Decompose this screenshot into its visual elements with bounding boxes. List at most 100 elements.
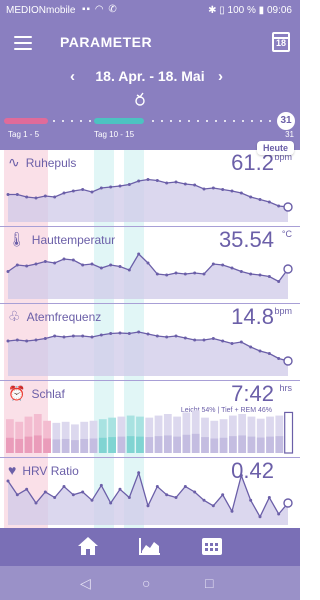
system-navigation: ◁ ○ □ — [0, 566, 300, 600]
ovulation-icon — [134, 92, 146, 109]
panel-ruhepuls[interactable]: ∿ Ruhepuls 61.2 bpm — [0, 150, 300, 226]
data-point — [146, 332, 150, 336]
recents-icon[interactable]: □ — [205, 575, 213, 591]
data-point — [118, 184, 122, 188]
chevron-right-icon[interactable]: › — [218, 68, 223, 85]
panel-hrv[interactable]: ♥ HRV Ratio 0.42 — [0, 458, 300, 534]
series-area — [8, 179, 288, 222]
panel-schlaf[interactable]: ⏰ Schlaf 7:42 hrs Leicht 54% | Tief + REM… — [0, 381, 300, 457]
data-point — [81, 188, 85, 191]
data-point — [6, 339, 10, 343]
data-point — [34, 196, 38, 200]
data-point — [277, 512, 281, 516]
sleep-bar-deep — [24, 436, 33, 453]
timeline-dot — [188, 120, 190, 122]
data-point — [146, 178, 150, 181]
home-circle-icon[interactable]: ○ — [142, 575, 150, 591]
data-point — [202, 498, 206, 502]
data-point — [174, 180, 178, 184]
data-point — [267, 496, 271, 499]
data-point — [258, 349, 262, 353]
data-point — [239, 340, 243, 344]
data-point — [193, 271, 197, 275]
sleep-bar-deep — [191, 433, 200, 453]
data-point — [34, 262, 38, 266]
data-point — [183, 182, 187, 186]
data-point — [127, 183, 131, 186]
data-point — [165, 181, 169, 185]
data-point — [267, 352, 271, 355]
data-point — [34, 501, 38, 505]
timeline-label-2: Tag 10 - 15 — [94, 130, 135, 139]
menu-icon[interactable] — [14, 36, 32, 50]
data-point — [155, 334, 159, 338]
data-point — [6, 193, 10, 196]
hrv-chart — [6, 470, 293, 525]
timeline-label-1: Tag 1 - 5 — [8, 130, 40, 139]
data-point — [277, 204, 281, 208]
calendar-icon[interactable]: 18 — [272, 32, 290, 52]
chart-icon[interactable] — [138, 536, 162, 556]
signal-wifi-icons: ▪▪ ◠ ✆ — [82, 4, 118, 15]
sleep-bar-deep — [163, 435, 172, 453]
clock: 09:06 — [266, 5, 292, 16]
date-range-label: 18. Apr. - 18. Mai — [95, 68, 205, 84]
data-point — [25, 264, 29, 268]
data-point — [174, 271, 178, 275]
ruhepuls-chart — [6, 178, 293, 222]
status-bar: MEDIONmobile ▪▪ ◠ ✆ ✱ ▯ 100 % ▮ 09:06 — [0, 0, 300, 22]
data-point — [90, 335, 94, 339]
sleep-bar-deep — [247, 436, 256, 453]
data-point — [43, 194, 47, 198]
carrier-name: MEDIONmobile — [6, 5, 76, 16]
bluetooth-icon: ✱ — [208, 5, 217, 16]
data-point — [249, 195, 253, 199]
data-point — [174, 496, 178, 499]
sleep-bar-deep — [219, 437, 228, 453]
data-point — [211, 337, 215, 340]
date-range-bar: ‹ 18. Apr. - 18. Mai › 31 Tag 1 - 5 Tag … — [0, 64, 300, 150]
page-title: PARAMETER — [60, 34, 153, 50]
calendar-grid-icon[interactable] — [200, 536, 224, 556]
sleep-bar-deep — [80, 438, 89, 453]
timeline-dot — [161, 120, 163, 122]
data-point — [109, 263, 113, 267]
sleep-bar-deep — [71, 440, 79, 453]
panel-hauttemperatur[interactable]: 🌡 Hauttemperatur 35.54 °C — [0, 227, 300, 303]
data-point — [53, 195, 57, 199]
sleep-bar-deep — [154, 436, 163, 453]
sleep-bar-deep — [201, 437, 209, 453]
sleep-bar-deep — [89, 438, 98, 453]
data-point — [211, 262, 215, 266]
data-point — [99, 186, 103, 190]
sleep-bar-deep — [275, 436, 284, 453]
data-point — [62, 485, 66, 488]
data-point — [62, 191, 66, 195]
data-point — [99, 333, 103, 337]
data-point — [127, 496, 131, 499]
panel-atemfrequenz[interactable]: ♧ Atemfrequenz 14.8 bpm — [0, 304, 300, 380]
sleep-bar — [284, 411, 294, 454]
data-point — [53, 496, 57, 499]
sleep-bar-deep — [6, 437, 14, 453]
sleep-bar-deep — [238, 435, 247, 453]
data-point — [118, 265, 122, 268]
data-point — [211, 186, 215, 190]
timeline-dot — [80, 120, 82, 122]
data-point — [277, 357, 281, 360]
sleep-bar-deep — [52, 439, 61, 453]
data-point — [283, 356, 293, 366]
data-point — [99, 483, 103, 487]
home-icon[interactable] — [76, 536, 100, 556]
data-point — [249, 272, 253, 276]
sleep-bar-deep — [117, 436, 126, 453]
data-point — [230, 342, 234, 345]
data-point — [90, 262, 94, 266]
timeline-dot — [233, 120, 235, 122]
back-icon[interactable]: ◁ — [80, 575, 91, 592]
data-point — [6, 479, 10, 483]
today-day-marker[interactable]: 31 — [277, 112, 295, 130]
timeline-dot — [224, 120, 226, 122]
timeline-dot — [197, 120, 199, 122]
timeline-period-segment — [4, 118, 48, 124]
